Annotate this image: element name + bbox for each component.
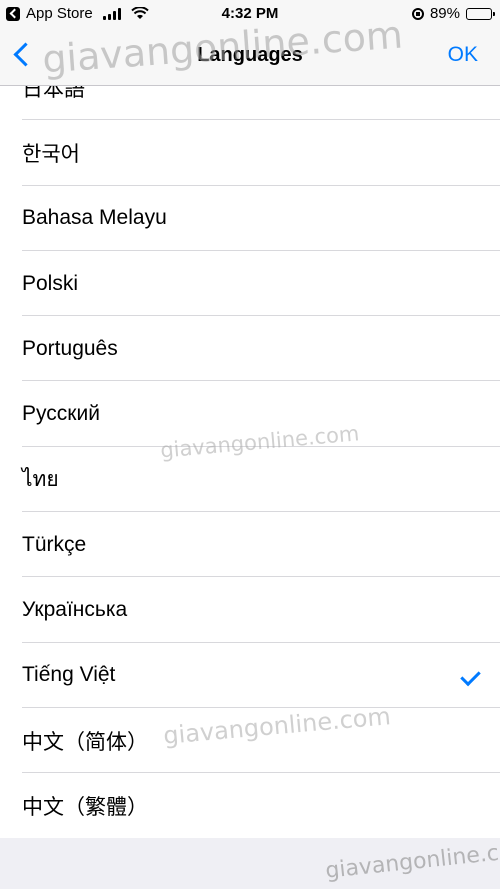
language-row-chinese-simplified[interactable]: 中文（简体） [0, 708, 500, 774]
language-list[interactable]: 日本語 한국어 Bahasa Melayu Polski Português Р… [0, 86, 500, 838]
page-title: Languages [197, 44, 303, 66]
language-row-portuguese[interactable]: Português [0, 316, 500, 382]
language-label: 日本語 [22, 86, 85, 101]
language-label: Polski [22, 271, 79, 295]
battery-icon [466, 7, 495, 20]
checkmark-icon [460, 665, 481, 686]
language-row-korean[interactable]: 한국어 [0, 120, 500, 186]
language-label: 中文（简体） [22, 730, 148, 754]
language-row-ukrainian[interactable]: Українська [0, 577, 500, 643]
language-label: ไทย [22, 467, 59, 491]
language-row-japanese[interactable]: 日本語 [0, 86, 500, 121]
status-bar: App Store 4:32 PM 89% [0, 0, 500, 28]
navigation-bar: Languages OK [0, 28, 500, 86]
language-label: Русский [22, 402, 100, 426]
language-label: Bahasa Melayu [22, 206, 167, 230]
status-right: 89% [411, 5, 495, 22]
watermark: giavangonline.com [324, 837, 500, 884]
language-settings-screen: App Store 4:32 PM 89% Languages OK 日本語 한… [0, 0, 500, 889]
language-row-vietnamese[interactable]: Tiếng Việt [0, 643, 500, 709]
language-label: Tiếng Việt [22, 663, 116, 687]
rotation-lock-icon [411, 7, 424, 20]
language-list-content: 日本語 한국어 Bahasa Melayu Polski Português Р… [0, 86, 500, 838]
language-label: 中文（繁體） [22, 795, 148, 819]
language-label: Українська [22, 598, 128, 622]
language-label: Português [22, 336, 118, 360]
language-label: 한국어 [22, 142, 80, 166]
language-row-russian[interactable]: Русский [0, 381, 500, 448]
language-row-polish[interactable]: Polski [0, 251, 500, 317]
language-row-chinese-traditional[interactable]: 中文（繁體） [0, 773, 500, 838]
battery-percent: 89% [429, 5, 460, 22]
language-row-turkish[interactable]: Türkçe [0, 512, 500, 578]
language-row-malay[interactable]: Bahasa Melayu [0, 186, 500, 252]
language-label: Türkçe [22, 532, 87, 556]
language-row-thai[interactable]: ไทย [0, 447, 500, 513]
ok-button[interactable]: OK [448, 43, 478, 67]
